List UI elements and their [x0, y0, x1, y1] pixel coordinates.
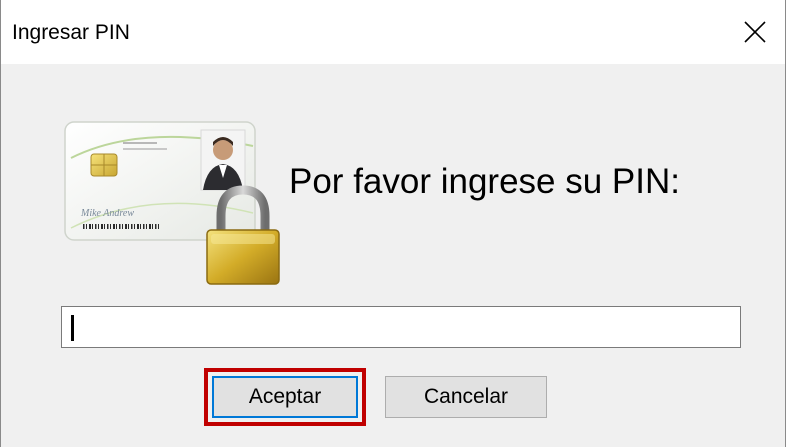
- accept-button[interactable]: Aceptar: [212, 376, 358, 418]
- smartcard-lock-icon: Mike Andrew: [64, 121, 280, 285]
- pin-prompt-label: Por favor ingrese su PIN:: [289, 162, 680, 201]
- card-holder-name: Mike Andrew: [80, 208, 134, 219]
- pin-dialog-window: Ingresar PIN Mike Andrew Por favor ingre…: [0, 0, 786, 447]
- dialog-body: Mike Andrew Por favor ingrese su PIN: Ac…: [1, 64, 785, 447]
- cancel-button[interactable]: Cancelar: [385, 376, 547, 418]
- pin-input[interactable]: [61, 306, 741, 348]
- close-button[interactable]: [725, 0, 785, 64]
- window-title: Ingresar PIN: [12, 21, 130, 44]
- close-icon: [744, 21, 766, 43]
- text-caret: [71, 315, 74, 341]
- title-bar: Ingresar PIN: [1, 0, 785, 64]
